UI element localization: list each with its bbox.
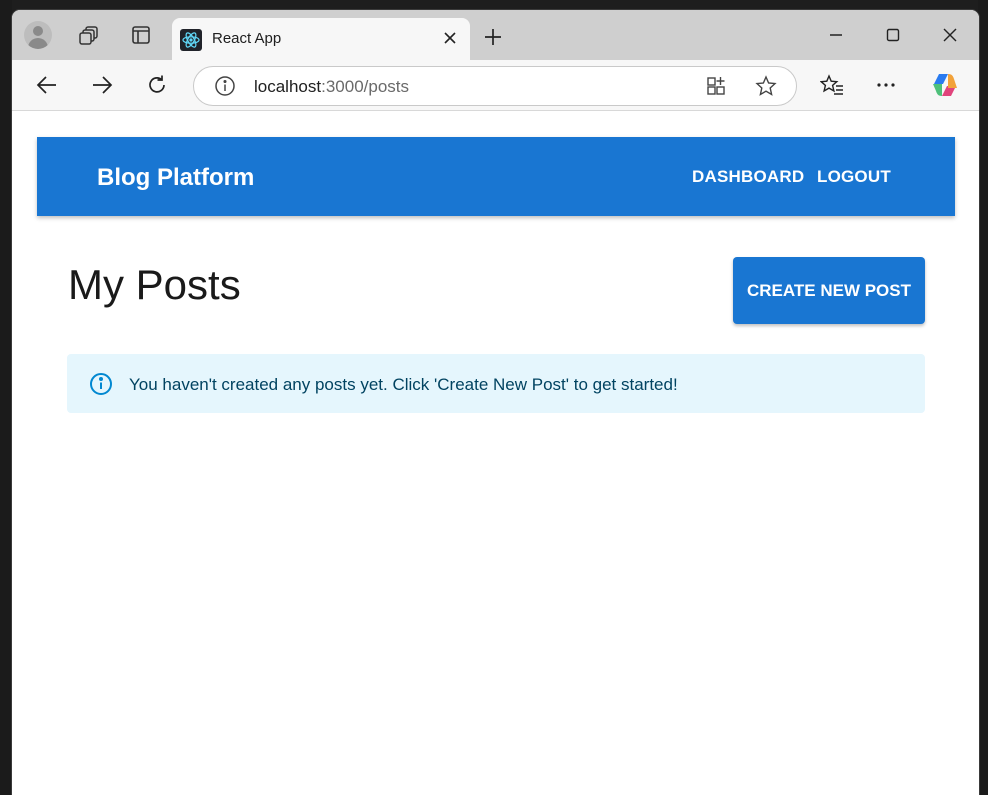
page-title: My Posts	[68, 261, 241, 308]
page-viewport: Blog Platform DASHBOARD LOGOUT My Posts …	[12, 111, 979, 795]
copilot-icon[interactable]	[930, 70, 960, 100]
background-terminal-left	[0, 0, 12, 795]
tab-actions-icon[interactable]	[123, 17, 159, 53]
create-new-post-button[interactable]: CREATE NEW POST	[733, 257, 925, 324]
info-alert: You haven't created any posts yet. Click…	[67, 354, 925, 413]
site-info-icon[interactable]	[214, 75, 236, 102]
tab-strip: React App	[12, 10, 979, 60]
nav-dashboard-button[interactable]: DASHBOARD	[692, 167, 804, 187]
nav-logout-button[interactable]: LOGOUT	[817, 167, 891, 187]
profile-avatar-icon[interactable]	[24, 21, 52, 49]
back-icon[interactable]	[32, 70, 62, 100]
app-available-icon[interactable]	[705, 75, 727, 102]
workspaces-icon[interactable]	[71, 17, 107, 53]
info-icon	[89, 372, 113, 396]
alert-message: You haven't created any posts yet. Click…	[129, 375, 678, 394]
tab-react-app[interactable]: React App	[172, 18, 470, 60]
favorites-icon[interactable]	[817, 70, 847, 100]
browser-window: React App localhost:3000/posts Blog Plat…	[12, 10, 979, 795]
react-favicon-icon	[180, 29, 202, 51]
close-window-icon[interactable]	[936, 22, 964, 48]
url-text[interactable]: localhost:3000/posts	[254, 77, 409, 97]
address-bar[interactable]: localhost:3000/posts	[193, 66, 797, 106]
new-tab-icon[interactable]	[480, 24, 506, 50]
tab-close-icon[interactable]	[440, 28, 460, 48]
refresh-icon[interactable]	[142, 70, 172, 100]
background-terminal-right	[978, 0, 988, 795]
maximize-icon[interactable]	[879, 22, 907, 48]
browser-toolbar: localhost:3000/posts	[12, 60, 979, 111]
minimize-icon[interactable]	[822, 22, 850, 48]
brand-title[interactable]: Blog Platform	[97, 164, 254, 192]
tab-title: React App	[212, 30, 282, 47]
favorite-star-icon[interactable]	[755, 75, 777, 102]
more-options-icon[interactable]	[871, 70, 901, 100]
app-header: Blog Platform DASHBOARD LOGOUT	[37, 137, 955, 216]
forward-icon[interactable]	[87, 70, 117, 100]
